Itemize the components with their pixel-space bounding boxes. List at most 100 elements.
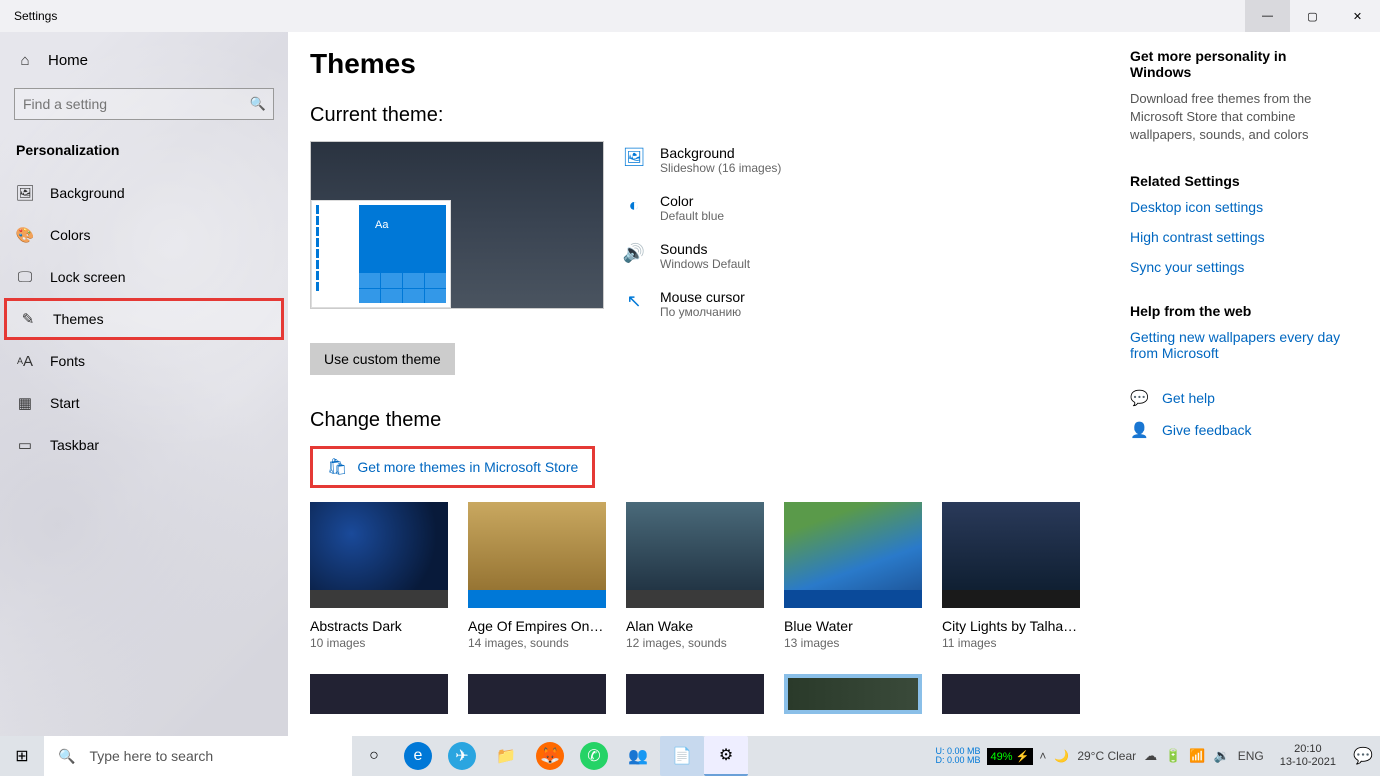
theme-card[interactable]: City Lights by Talha Tariq 11 images bbox=[942, 502, 1080, 650]
theme-thumb bbox=[942, 502, 1080, 608]
sidebar-item-start[interactable]: ▦ Start bbox=[0, 382, 288, 424]
picture-icon: 🖼 bbox=[622, 145, 646, 169]
sidebar-item-taskbar[interactable]: ▭ Taskbar bbox=[0, 424, 288, 466]
themes-icon: ✎ bbox=[19, 310, 37, 328]
weather-text[interactable]: 29°C Clear bbox=[1077, 749, 1136, 763]
firefox-icon[interactable]: 🦊 bbox=[536, 742, 564, 770]
telegram-icon[interactable]: ✈ bbox=[448, 742, 476, 770]
start-icon: ▦ bbox=[16, 394, 34, 412]
theme-preview[interactable]: Aa bbox=[310, 141, 604, 309]
net-meter[interactable]: U: 0.00 MB D: 0.00 MB bbox=[936, 747, 981, 765]
related-link-desktop-icons[interactable]: Desktop icon settings bbox=[1130, 199, 1350, 215]
theme-meta: 14 images, sounds bbox=[468, 636, 606, 650]
sidebar-item-background[interactable]: 🖼 Background bbox=[0, 172, 288, 214]
whatsapp-icon[interactable]: ✆ bbox=[580, 742, 608, 770]
theme-card[interactable]: Alan Wake 12 images, sounds bbox=[626, 502, 764, 650]
get-more-themes-link[interactable]: 🛍 Get more themes in Microsoft Store bbox=[310, 446, 595, 488]
volume-icon[interactable]: 🔉 bbox=[1214, 748, 1230, 764]
home-nav[interactable]: ⌂ Home bbox=[0, 38, 288, 82]
clock-time: 20:10 bbox=[1280, 743, 1336, 756]
give-feedback-link[interactable]: 👤 Give feedback bbox=[1130, 421, 1350, 439]
settings-icon[interactable]: ⚙ bbox=[704, 736, 748, 776]
search-input[interactable] bbox=[14, 88, 274, 120]
give-feedback-label: Give feedback bbox=[1162, 422, 1252, 438]
theme-card-partial[interactable] bbox=[468, 674, 606, 714]
taskbar-search-placeholder: Type here to search bbox=[89, 748, 213, 764]
wifi-icon[interactable]: 📶 bbox=[1189, 748, 1205, 764]
get-help-link[interactable]: 💬 Get help bbox=[1130, 389, 1350, 407]
sidebar-item-colors[interactable]: 🎨 Colors bbox=[0, 214, 288, 256]
theme-card[interactable]: Age Of Empires Online 14 images, sounds bbox=[468, 502, 606, 650]
cortana-icon[interactable]: ○ bbox=[352, 736, 396, 776]
theme-card-partial[interactable] bbox=[626, 674, 764, 714]
picture-icon: 🖼 bbox=[16, 184, 34, 202]
sidebar: ⌂ Home 🔍 Personalization 🖼 Background 🎨 … bbox=[0, 32, 288, 736]
current-theme-heading: Current theme: bbox=[310, 104, 1130, 127]
sidebar-item-themes[interactable]: ✎ Themes bbox=[4, 298, 284, 340]
sidebar-item-label: Background bbox=[50, 185, 125, 201]
attr-background[interactable]: 🖼 Background Slideshow (16 images) bbox=[622, 145, 781, 175]
power-icon[interactable]: 🔋 bbox=[1165, 748, 1181, 764]
chevron-up-icon[interactable]: ˄ bbox=[1039, 749, 1046, 763]
window-title: Settings bbox=[14, 9, 57, 23]
help-web-link[interactable]: Getting new wallpapers every day from Mi… bbox=[1130, 329, 1350, 361]
action-center-icon[interactable]: 💬 bbox=[1346, 736, 1380, 776]
sound-icon: 🔊 bbox=[622, 241, 646, 265]
theme-thumb bbox=[468, 502, 606, 608]
theme-card-partial[interactable] bbox=[310, 674, 448, 714]
chat-icon: 💬 bbox=[1130, 389, 1146, 407]
theme-name: Abstracts Dark bbox=[310, 618, 448, 634]
taskbar-search[interactable]: 🔍 Type here to search bbox=[44, 736, 352, 776]
theme-thumb bbox=[784, 502, 922, 608]
fonts-icon: AA bbox=[16, 352, 34, 370]
sidebar-item-lockscreen[interactable]: 🖵 Lock screen bbox=[0, 256, 288, 298]
attr-color[interactable]: ◐ Color Default blue bbox=[622, 193, 781, 223]
theme-card[interactable]: Abstracts Dark 10 images bbox=[310, 502, 448, 650]
maximize-button[interactable]: ▢ bbox=[1290, 0, 1335, 32]
get-help-label: Get help bbox=[1162, 390, 1215, 406]
personality-body: Download free themes from the Microsoft … bbox=[1130, 90, 1350, 145]
personality-title: Get more personality in Windows bbox=[1130, 48, 1350, 80]
attr-cursor[interactable]: ↖ Mouse cursor По умолчанию bbox=[622, 289, 781, 319]
theme-card[interactable]: Blue Water 13 images bbox=[784, 502, 922, 650]
close-button[interactable]: ✕ bbox=[1335, 0, 1380, 32]
teams-icon[interactable]: 👥 bbox=[616, 736, 660, 776]
clock[interactable]: 20:10 13-10-2021 bbox=[1270, 743, 1346, 769]
page-title: Themes bbox=[310, 48, 1130, 80]
battery-indicator[interactable]: 49% ⚡ bbox=[987, 748, 1034, 765]
edge-icon[interactable]: e bbox=[404, 742, 432, 770]
use-custom-theme-button[interactable]: Use custom theme bbox=[310, 343, 455, 375]
file-explorer-icon[interactable]: 📁 bbox=[484, 736, 528, 776]
start-button[interactable]: ⊞ bbox=[0, 736, 44, 776]
word-icon[interactable]: 📄 bbox=[660, 736, 704, 776]
sidebar-item-label: Taskbar bbox=[50, 437, 99, 453]
sidebar-item-label: Themes bbox=[53, 311, 104, 327]
system-tray: ˄ 🌙 29°C Clear ☁ 🔋 📶 🔉 ENG bbox=[1039, 748, 1263, 764]
attr-sounds[interactable]: 🔊 Sounds Windows Default bbox=[622, 241, 781, 271]
theme-meta: 13 images bbox=[784, 636, 922, 650]
theme-name: Alan Wake bbox=[626, 618, 764, 634]
sidebar-item-fonts[interactable]: AA Fonts bbox=[0, 340, 288, 382]
content: Themes Current theme: Aa 🖼 Back bbox=[288, 32, 1380, 736]
related-link-high-contrast[interactable]: High contrast settings bbox=[1130, 229, 1350, 245]
related-settings-title: Related Settings bbox=[1130, 173, 1350, 189]
theme-card-partial-selected[interactable] bbox=[784, 674, 922, 714]
onedrive-icon[interactable]: ☁ bbox=[1144, 748, 1157, 764]
weather-icon: 🌙 bbox=[1054, 749, 1069, 763]
taskbar-icon: ▭ bbox=[16, 436, 34, 454]
window-controls: — ▢ ✕ bbox=[1245, 0, 1380, 32]
search-wrap: 🔍 bbox=[14, 88, 274, 120]
attr-title: Color bbox=[660, 193, 724, 209]
net-download: D: 0.00 MB bbox=[936, 756, 981, 765]
attr-sub: Slideshow (16 images) bbox=[660, 161, 781, 175]
color-icon: ◐ bbox=[622, 193, 646, 217]
palette-icon: 🎨 bbox=[16, 226, 34, 244]
store-icon: 🛍 bbox=[327, 457, 347, 477]
sidebar-item-label: Start bbox=[50, 395, 80, 411]
theme-card-partial[interactable] bbox=[942, 674, 1080, 714]
language-indicator[interactable]: ENG bbox=[1238, 749, 1264, 763]
person-icon: 👤 bbox=[1130, 421, 1146, 439]
minimize-button[interactable]: — bbox=[1245, 0, 1290, 32]
related-link-sync[interactable]: Sync your settings bbox=[1130, 259, 1350, 275]
sidebar-item-label: Fonts bbox=[50, 353, 85, 369]
